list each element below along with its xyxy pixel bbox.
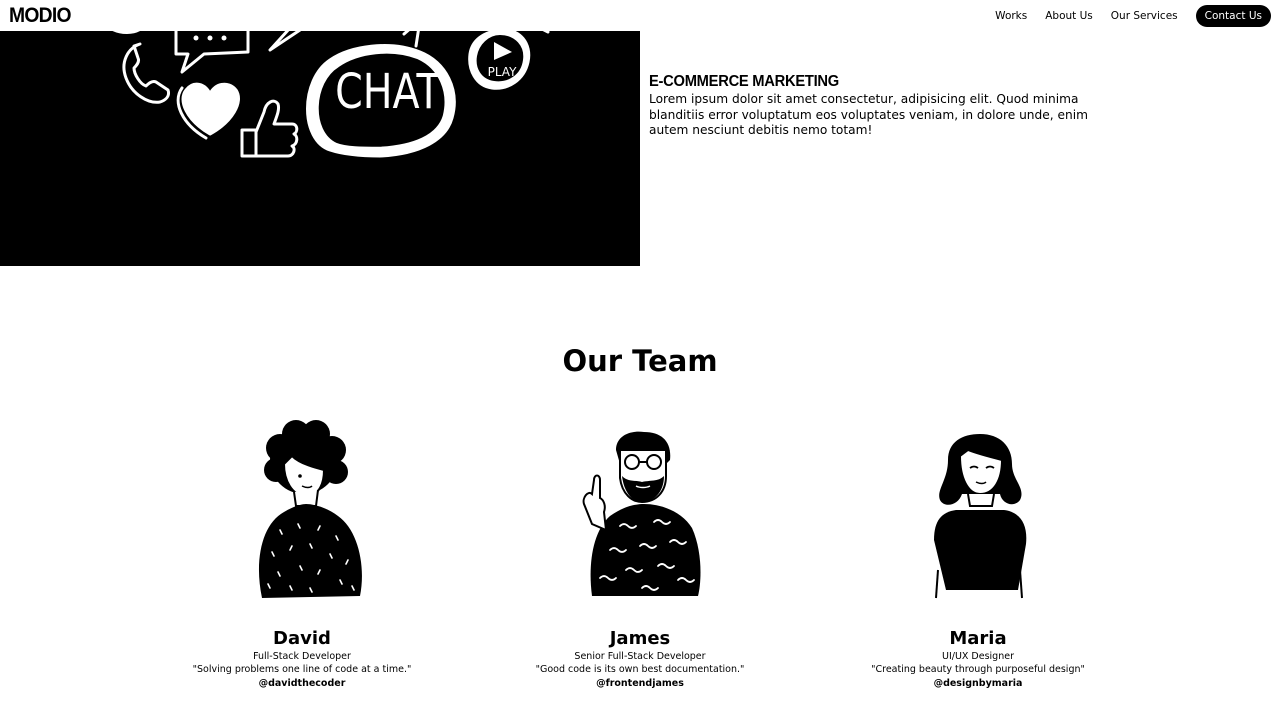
member-role: Senior Full-Stack Developer xyxy=(574,651,706,662)
member-quote: "Solving problems one line of code at a … xyxy=(192,664,412,675)
heart-icon xyxy=(176,82,240,140)
page: CHAT PLAY MODIO Works About Us Our Servi… xyxy=(0,0,1280,713)
member-role: UI/UX Designer xyxy=(942,651,1014,662)
avatar-david xyxy=(258,420,362,598)
member-role: Full-Stack Developer xyxy=(253,651,351,662)
avatar-james xyxy=(582,431,701,596)
play-icon xyxy=(468,31,531,90)
member-name: Maria xyxy=(949,628,1007,649)
nav-links: Works About Us Our Services Contact Us xyxy=(977,4,1271,27)
service-title: E-COMMERCE MARKETING xyxy=(649,73,839,90)
member-name: David xyxy=(273,628,331,649)
thumbs-up-icon xyxy=(240,99,299,158)
contact-us-button[interactable]: Contact Us xyxy=(1195,4,1271,27)
logo[interactable]: MODIO xyxy=(9,5,72,26)
member-quote: "Creating beauty through purposeful desi… xyxy=(871,664,1085,675)
member-quote: "Good code is its own best documentation… xyxy=(535,664,745,675)
member-name: James xyxy=(609,628,671,649)
message-bubble-icon xyxy=(174,31,250,74)
team-member-maria: Maria UI/UX Designer "Creating beauty th… xyxy=(828,420,1128,689)
team-member-david: David Full-Stack Developer "Solving prob… xyxy=(152,420,452,689)
member-handle[interactable]: @designbymaria xyxy=(828,677,1128,690)
phone-icon xyxy=(122,42,170,104)
service-description: Lorem ipsum dolor sit amet consectetur, … xyxy=(649,92,1088,138)
nav-link-about-us[interactable]: About Us xyxy=(1045,10,1093,22)
avatar-maria xyxy=(934,434,1027,599)
member-handle[interactable]: @frontendjames xyxy=(490,677,790,690)
service-ecommerce-marketing: E-COMMERCE MARKETING Lorem ipsum dolor s… xyxy=(649,72,1119,139)
member-handle[interactable]: @davidthecoder xyxy=(152,677,452,690)
svg-text:PLAY: PLAY xyxy=(488,65,517,79)
svg-text:CHAT: CHAT xyxy=(335,64,441,120)
team-heading: Our Team xyxy=(562,344,718,378)
paper-plane-icon xyxy=(268,31,302,52)
nav-link-works[interactable]: Works xyxy=(995,10,1027,22)
hero-illustration: CHAT PLAY xyxy=(0,31,640,266)
navbar: MODIO Works About Us Our Services Contac… xyxy=(0,0,1280,31)
nav-link-our-services[interactable]: Our Services xyxy=(1111,10,1178,22)
team-member-james: James Senior Full-Stack Developer "Good … xyxy=(490,420,790,689)
